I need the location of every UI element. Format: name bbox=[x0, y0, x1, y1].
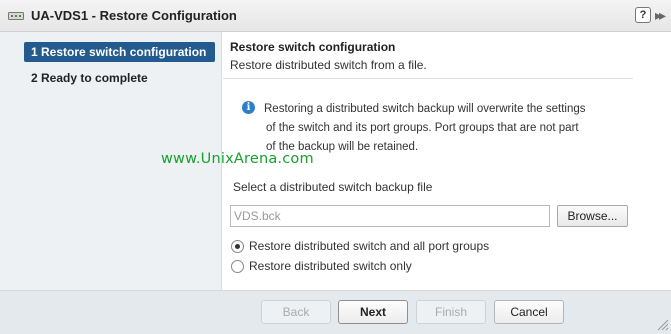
radio-button-checked[interactable] bbox=[231, 240, 244, 253]
backup-file-label: Select a distributed switch backup file bbox=[233, 180, 433, 194]
resize-grip-icon[interactable] bbox=[655, 316, 669, 332]
browse-button[interactable]: Browse... bbox=[557, 205, 628, 227]
page-title: Restore switch configuration bbox=[230, 40, 396, 54]
info-message-line: Restoring a distributed switch backup wi… bbox=[264, 103, 586, 115]
info-message-line: of the backup will be retained. bbox=[266, 141, 419, 153]
wizard-content: Restore switch configuration Restore dis… bbox=[161, 32, 671, 290]
distributed-switch-icon bbox=[8, 12, 24, 20]
info-icon: i bbox=[242, 101, 255, 114]
page-subtitle: Restore distributed switch from a file. bbox=[230, 58, 427, 72]
radio-label: Restore distributed switch only bbox=[249, 259, 412, 273]
next-button[interactable]: Next bbox=[338, 300, 408, 324]
backup-file-input[interactable] bbox=[230, 205, 550, 227]
watermark-text: www.UnixArena.com bbox=[161, 151, 314, 167]
radio-button[interactable] bbox=[231, 260, 244, 273]
cancel-button[interactable]: Cancel bbox=[494, 300, 564, 324]
wizard-step-restore-switch-configuration[interactable]: 1 Restore switch configuration bbox=[24, 42, 215, 62]
radio-label: Restore distributed switch and all port … bbox=[249, 239, 490, 253]
info-message: Restoring a distributed switch backup wi… bbox=[264, 100, 644, 157]
finish-button[interactable]: Finish bbox=[416, 300, 486, 324]
title-bar: UA-VDS1 - Restore Configuration ? ▸▸ bbox=[0, 0, 671, 32]
expand-icon[interactable]: ▸▸ bbox=[655, 6, 669, 24]
divider bbox=[223, 78, 633, 79]
wizard-step-ready-to-complete[interactable]: 2 Ready to complete bbox=[24, 68, 148, 88]
window-title: UA-VDS1 - Restore Configuration bbox=[31, 8, 237, 23]
wizard-footer: Back Next Finish Cancel bbox=[0, 290, 671, 334]
help-icon[interactable]: ? bbox=[635, 7, 651, 23]
back-button[interactable]: Back bbox=[261, 300, 331, 324]
info-message-line: of the switch and its port groups. Port … bbox=[266, 122, 579, 134]
